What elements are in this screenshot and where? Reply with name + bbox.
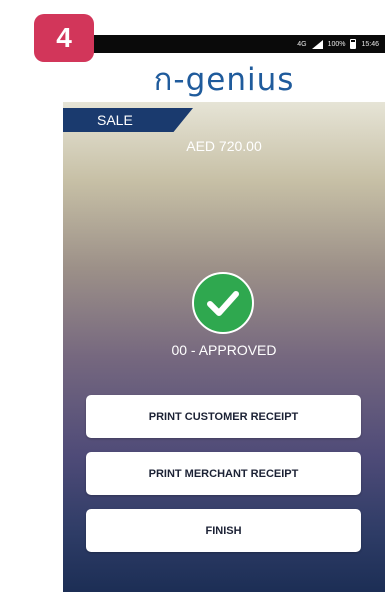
- brand-logo: ก-genius: [153, 61, 295, 98]
- approval-status-text: 00 - APPROVED: [171, 342, 277, 358]
- step-number-badge: 4: [34, 14, 94, 62]
- header-bar: ก-genius: [63, 53, 385, 102]
- phone-screen: 4G 100% 15:46 ก-genius SALE AED 720.00 0…: [63, 35, 385, 592]
- finish-button[interactable]: FINISH: [86, 509, 361, 552]
- network-type: 4G: [297, 40, 307, 48]
- transaction-panel: SALE AED 720.00 00 - APPROVED PRINT CUST…: [63, 102, 385, 592]
- transaction-amount: AED 720.00: [186, 138, 262, 154]
- print-customer-receipt-button[interactable]: PRINT CUSTOMER RECEIPT: [86, 395, 361, 438]
- clock-time: 15:46: [361, 40, 379, 48]
- page: 4 4G 100% 15:46 ก-genius SALE AED 720.00…: [0, 0, 385, 592]
- transaction-type-tab: SALE: [63, 108, 193, 132]
- print-merchant-receipt-button[interactable]: PRINT MERCHANT RECEIPT: [86, 452, 361, 495]
- signal-icon: [311, 39, 323, 49]
- battery-percent: 100%: [327, 40, 346, 48]
- battery-icon: [350, 39, 357, 49]
- status-bar: 4G 100% 15:46: [63, 35, 385, 53]
- checkmark-icon: [192, 272, 254, 334]
